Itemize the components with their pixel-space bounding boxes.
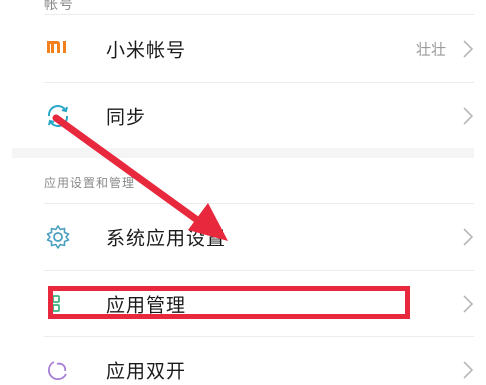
chevron-right-icon <box>463 107 474 125</box>
settings-item-label: 小米帐号 <box>106 39 187 62</box>
mi-logo-icon <box>46 39 70 59</box>
settings-item-dual-apps[interactable]: 应用双开 <box>0 337 486 385</box>
settings-item-sync[interactable]: 同步 <box>0 83 486 149</box>
sync-icon <box>47 105 69 127</box>
section-header: 应用设置和管理 <box>44 176 136 190</box>
gear-icon <box>46 225 70 249</box>
chevron-right-icon <box>463 361 474 379</box>
dual-app-icon <box>47 361 67 381</box>
settings-item-label: 帐号 <box>44 0 74 13</box>
section-separator <box>12 148 474 158</box>
settings-item-system-apps[interactable]: 系统应用设置 <box>0 204 486 270</box>
annotation-highlight-box <box>48 286 410 319</box>
settings-screen: 帐号 小米帐号 壮壮 同步 应用设置和管理 系统应用设置 应用管理 应用双开 <box>0 0 486 385</box>
settings-item-label: 应用双开 <box>106 360 187 383</box>
settings-item-label: 系统应用设置 <box>106 227 227 250</box>
chevron-right-icon <box>463 40 474 58</box>
settings-item-label: 同步 <box>106 106 147 129</box>
divider <box>44 14 474 15</box>
settings-item-mi-account[interactable]: 小米帐号 壮壮 <box>0 16 486 82</box>
chevron-right-icon <box>463 295 474 313</box>
chevron-right-icon <box>463 228 474 246</box>
account-name-value: 壮壮 <box>415 40 446 59</box>
